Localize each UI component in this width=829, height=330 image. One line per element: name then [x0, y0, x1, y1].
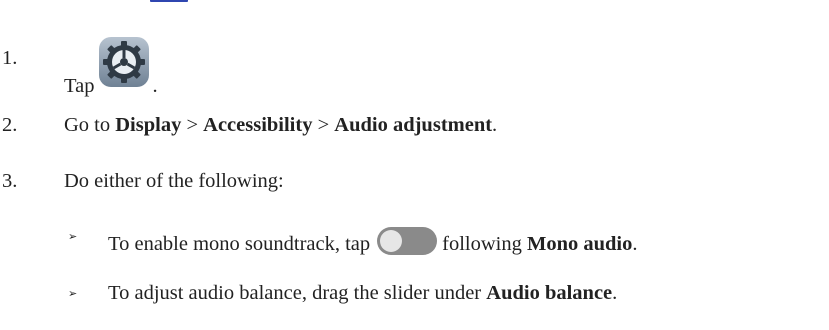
- heading-underline-fragment: [150, 0, 188, 2]
- bullet-arrow-icon: ➢: [68, 288, 78, 300]
- toggle-switch-off-icon[interactable]: [376, 226, 438, 256]
- step-1-after: .: [152, 75, 158, 97]
- bullet-1-after: following: [442, 233, 522, 255]
- bullet-2-suffix: .: [612, 282, 618, 304]
- bullet-1-before: To enable mono soundtrack, tap: [108, 233, 371, 255]
- bullet-2-text: To adjust audio balance, drag the slider…: [108, 283, 617, 304]
- menu-accessibility: Accessibility: [203, 114, 313, 136]
- step-1-before: Tap: [64, 75, 95, 97]
- step-3-text: Do either of the following:: [64, 170, 284, 192]
- setting-mono-audio: Mono audio: [527, 233, 633, 255]
- step-1-text: Tap .: [64, 37, 158, 100]
- step-2-suffix: .: [492, 114, 498, 136]
- bullet-arrow-icon: ➢: [68, 231, 78, 243]
- setting-audio-balance: Audio balance: [486, 282, 613, 304]
- bullet-1-suffix: .: [632, 233, 638, 255]
- settings-gear-icon[interactable]: [98, 36, 150, 88]
- bullet-1-text: To enable mono soundtrack, tap following…: [108, 226, 638, 256]
- step-2-prefix: Go to: [64, 114, 116, 136]
- separator: >: [181, 114, 204, 136]
- menu-audio-adjustment: Audio adjustment: [334, 114, 493, 136]
- step-number: 2.: [2, 114, 18, 136]
- step-number: 3.: [2, 170, 18, 192]
- step-number: 1.: [2, 47, 18, 69]
- step-2-text: Go to Display > Accessibility > Audio ad…: [64, 115, 497, 136]
- bullet-2-before: To adjust audio balance, drag the slider…: [108, 282, 487, 304]
- menu-display: Display: [115, 114, 182, 136]
- separator: >: [312, 114, 335, 136]
